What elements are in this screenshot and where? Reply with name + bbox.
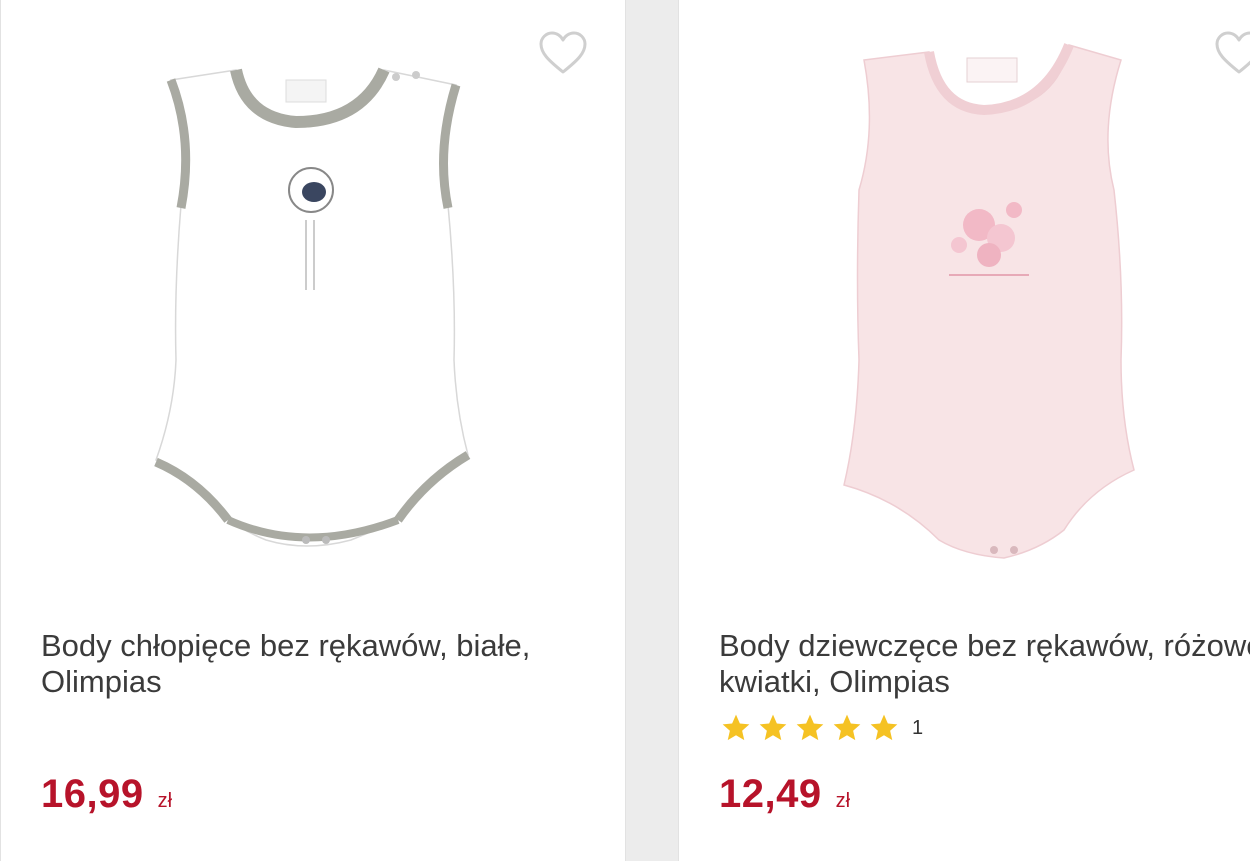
rating-count: 1 [912,716,924,739]
product-title[interactable]: Body dziewczęce bez rękawów, różowe, kwi… [719,628,1250,700]
star-icon [722,714,750,741]
product-card[interactable]: Body chłopięce bez rękawów, białe, Olimp… [0,0,626,861]
heart-outline-icon[interactable] [1214,30,1250,76]
price: 12,49 zł [719,772,850,817]
price-amount: 16,99 [41,772,144,816]
price-currency: zł [835,790,851,812]
star-icon [833,714,861,741]
product-card[interactable]: Body dziewczęce bez rękawów, różowe, kwi… [678,0,1250,861]
product-image[interactable] [136,30,496,590]
product-image[interactable] [829,30,1189,590]
star-icon [870,714,898,741]
star-icon [759,714,787,741]
star-icon [796,714,824,741]
price: 16,99 zł [41,772,172,817]
rating[interactable]: 1 [719,712,923,744]
price-amount: 12,49 [719,772,822,816]
product-title[interactable]: Body chłopięce bez rękawów, białe, Olimp… [41,628,601,700]
heart-outline-icon[interactable] [538,30,588,76]
price-currency: zł [157,790,173,812]
